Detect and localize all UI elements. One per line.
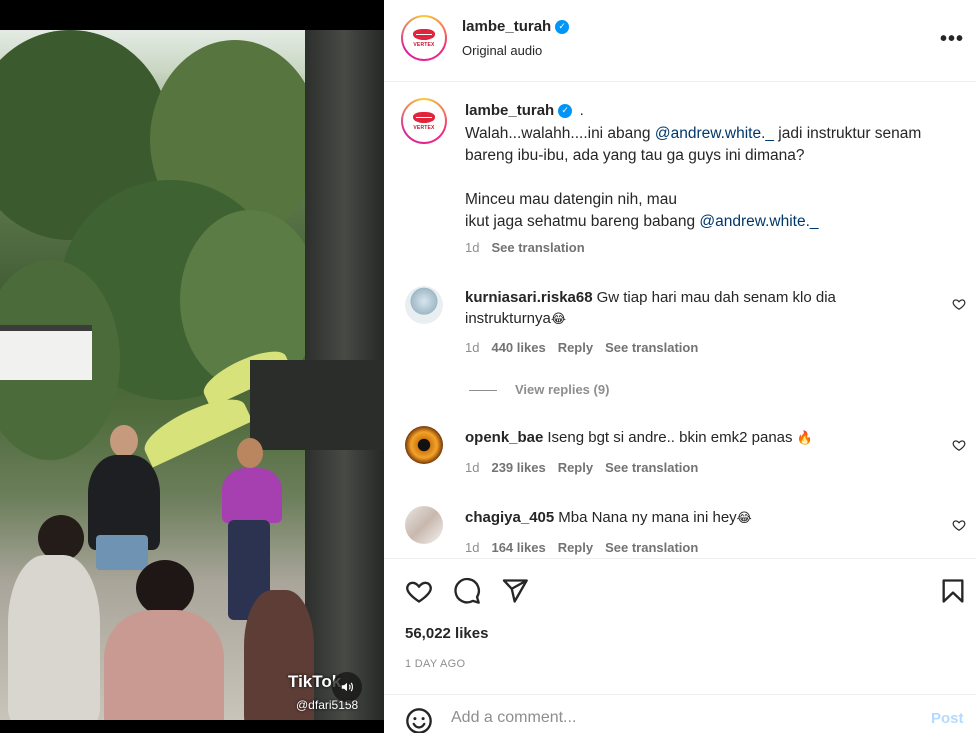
brand-logo-text: VERTEX [413,41,435,48]
video-frame: TikTok @dfari5158 [0,30,384,720]
comment-username[interactable]: kurniasari.riska68 [465,289,593,306]
comment-body: Iseng bgt si andre.. bkin emk2 panas [547,429,793,446]
comment-meta: 1d 239 likes Reply See translation [465,460,698,475]
post-time: 1 DAY AGO [405,658,466,670]
comment-likes[interactable]: 440 likes [491,340,545,355]
comment-age: 1d [465,340,480,355]
person-body [8,555,100,720]
comment-likes[interactable]: 164 likes [491,540,545,555]
comment-age: 1d [465,460,480,475]
bookmark-icon[interactable] [939,577,967,605]
comment-emoji: 😂 [550,311,567,326]
person-body [104,610,224,720]
post-details-panel: VERTEX lambe_turah ✓ Original audio ••• V… [384,0,976,733]
comment-emoji: 🔥 [796,430,813,445]
commenter-avatar[interactable] [405,286,443,324]
author-avatar[interactable]: VERTEX [401,15,447,61]
send-icon[interactable] [501,577,529,605]
woman-body [222,468,282,523]
see-translation-button[interactable]: See translation [491,240,584,255]
caption-username[interactable]: lambe_turah [465,102,554,119]
reply-button[interactable]: Reply [558,540,593,555]
lips-logo-icon [413,28,435,40]
roof [0,325,92,380]
comment-text: kurniasari.riska68 Gw tiap hari mau dah s… [465,287,925,329]
caption-author: lambe_turah ✓ . [465,102,584,120]
caption-dot: . [579,102,584,119]
post-comment-button[interactable]: Post [931,710,964,727]
see-translation-button[interactable]: See translation [605,460,698,475]
emoji-icon[interactable] [405,707,433,733]
comment-username[interactable]: openk_bae [465,429,543,446]
likes-count[interactable]: 56,022 likes [405,625,488,642]
commenter-avatar[interactable] [405,506,443,544]
lips-logo-icon [413,111,435,123]
post-viewer: TikTok @dfari5158 VERTEX lambe_turah ✓ Or… [0,0,976,733]
caption-age: 1d [465,240,480,255]
see-translation-button[interactable]: See translation [605,340,698,355]
comment-icon[interactable] [453,577,481,605]
heart-icon[interactable] [405,577,433,605]
post-actions: 56,022 likes 1 DAY AGO Post [384,558,976,733]
man-legs [96,535,148,570]
comment-likes[interactable]: 239 likes [491,460,545,475]
comment-body: Mba Nana ny mana ini hey [558,509,737,526]
heart-icon[interactable] [952,438,966,452]
post-video[interactable]: TikTok @dfari5158 [0,0,384,733]
banana-leaf [137,388,253,468]
verified-badge-icon: ✓ [555,19,570,34]
comment-emoji: 😂 [736,510,752,525]
woman-head [237,438,263,468]
commenter-avatar[interactable] [405,426,443,464]
author-info: lambe_turah ✓ [462,18,570,36]
person-head [136,560,194,616]
see-translation-button[interactable]: See translation [605,540,698,555]
beam [250,360,384,450]
comment-meta: 1d 164 likes Reply See translation [465,540,698,555]
heart-icon[interactable] [952,518,966,532]
author-username[interactable]: lambe_turah [462,18,551,35]
caption-text: Walah...walahh....ini abang @andrew.whit… [465,123,955,233]
mention-link[interactable]: @andrew.white._ [655,125,774,142]
reply-button[interactable]: Reply [558,460,593,475]
view-replies-button[interactable]: View replies (9) [469,382,609,397]
comments-scroll-area[interactable]: VERTEX lambe_turah ✓ . Walah...walahh....… [384,83,976,558]
caption-meta: 1d See translation [465,240,585,255]
man-head [110,425,138,457]
comment-composer: Post [384,694,976,733]
mention-link[interactable]: @andrew.white._ [699,213,818,230]
comment-meta: 1d 440 likes Reply See translation [465,340,698,355]
verified-badge-icon: ✓ [558,103,573,118]
heart-icon[interactable] [952,297,966,311]
brand-logo-text: VERTEX [413,124,435,131]
caption-line3-start: ikut jaga sehatmu bareng babang [465,213,700,230]
comment-text: openk_bae Iseng bgt si andre.. bkin emk2 … [465,427,925,448]
comment-text: chagiya_405 Mba Nana ny mana ini hey😂 [465,507,925,528]
speaker-icon[interactable] [332,672,362,702]
more-options-icon[interactable]: ••• [940,28,964,51]
audio-label[interactable]: Original audio [462,43,542,58]
reply-button[interactable]: Reply [558,340,593,355]
comment-age: 1d [465,540,480,555]
comment-input[interactable] [451,709,891,727]
post-header: VERTEX lambe_turah ✓ Original audio ••• [384,0,976,82]
caption-line2: Minceu mau datengin nih, mau [465,191,677,208]
caption-author-avatar[interactable]: VERTEX [401,98,447,144]
comment-username[interactable]: chagiya_405 [465,509,554,526]
caption-line1-start: Walah...walahh....ini abang [465,125,655,142]
